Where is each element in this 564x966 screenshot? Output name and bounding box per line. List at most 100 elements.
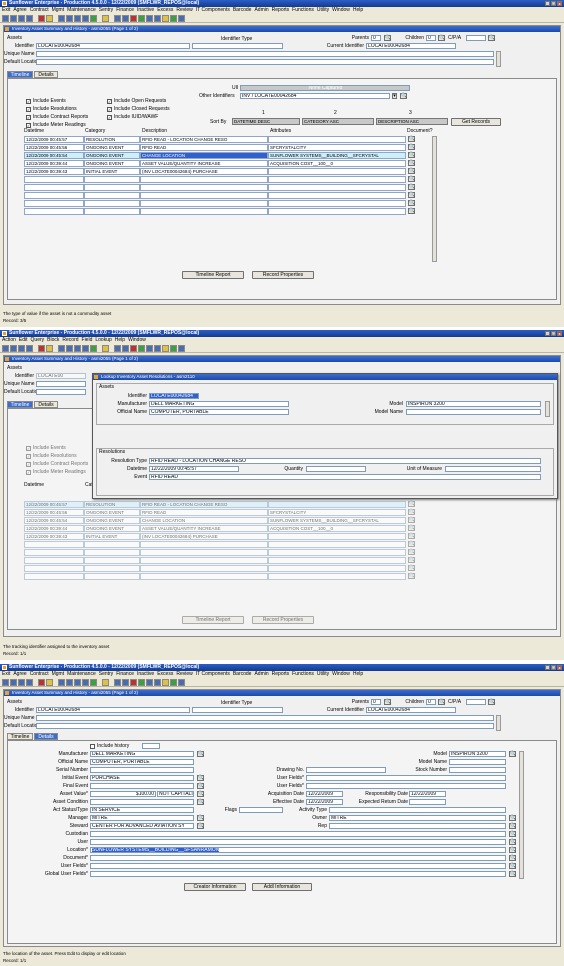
- effective-date-field[interactable]: 12/22/2009: [306, 799, 343, 805]
- menu-item[interactable]: Field: [82, 337, 93, 343]
- table-cell[interactable]: 12/22/2009 00:45:57: [24, 501, 84, 508]
- tab-timeline[interactable]: Timeline: [7, 71, 33, 78]
- help-icon[interactable]: [102, 679, 109, 686]
- other-identifiers-lookup-icon[interactable]: 🔍: [400, 93, 407, 99]
- menu-item[interactable]: Finance: [116, 7, 134, 13]
- menu-item[interactable]: Contract: [30, 7, 49, 13]
- current-identifier-field[interactable]: LOCATE00042684: [366, 707, 456, 713]
- tool-icon[interactable]: [146, 345, 153, 352]
- query-icon[interactable]: [46, 345, 53, 352]
- table-row[interactable]: 🔍: [24, 208, 415, 215]
- include-resolutions-checkbox[interactable]: ✓: [26, 454, 31, 459]
- table-cell[interactable]: [84, 565, 140, 572]
- table-cell[interactable]: [268, 208, 406, 215]
- table-cell[interactable]: ONGOING EVENT: [84, 509, 140, 516]
- tool-icon[interactable]: [178, 15, 185, 22]
- table-cell[interactable]: SUNFLOWER SYSTEMS__BUILDING__SFCRYSTAL: [268, 152, 406, 159]
- table-cell[interactable]: ASSET VALUE/QUANTITY INCREASE: [140, 525, 268, 532]
- first-record-icon[interactable]: [58, 345, 65, 352]
- prev-record-icon[interactable]: [66, 679, 73, 686]
- menu-item[interactable]: Contract: [30, 671, 49, 677]
- copy-icon[interactable]: [18, 345, 25, 352]
- table-cell[interactable]: 12/22/2009 00:45:56: [24, 509, 84, 516]
- menu-item[interactable]: Window: [332, 7, 350, 13]
- model-field[interactable]: INSPIRON 3200: [449, 751, 506, 757]
- flags-field[interactable]: [239, 807, 283, 813]
- cpa-lookup-icon[interactable]: 🔍: [488, 35, 495, 41]
- table-cell[interactable]: [140, 208, 268, 215]
- tool-icon[interactable]: [170, 15, 177, 22]
- document-lookup-icon[interactable]: 🔍: [408, 517, 415, 523]
- tool-icon[interactable]: [154, 345, 161, 352]
- dialog-scrollbar[interactable]: [545, 401, 550, 417]
- tool-icon[interactable]: [114, 679, 121, 686]
- table-row[interactable]: 12/22/2009 00:39:44 ONGOING EVENT ASSET VA…: [24, 525, 415, 532]
- tool-icon[interactable]: [154, 15, 161, 22]
- tool-icon[interactable]: [170, 345, 177, 352]
- menu-item[interactable]: Block: [47, 337, 59, 343]
- menu-item[interactable]: Lookup: [95, 337, 111, 343]
- tool-icon[interactable]: [114, 345, 121, 352]
- official-name-field[interactable]: COMPUTER, PORTABLE: [90, 759, 194, 765]
- model-field[interactable]: INSPIRON 3200: [406, 401, 541, 407]
- steward-field[interactable]: CENTER FOR ADVANCED AVIATION SY: [90, 823, 194, 829]
- asset-condition-lookup-icon[interactable]: 🔍: [197, 799, 204, 805]
- table-cell[interactable]: [84, 557, 140, 564]
- table-cell[interactable]: ONGOING EVENT: [84, 152, 140, 159]
- table-cell[interactable]: RFID READ: [140, 144, 268, 151]
- menu-item[interactable]: Query: [31, 337, 45, 343]
- table-cell[interactable]: [140, 565, 268, 572]
- current-identifier-field[interactable]: LOCATE00042684: [366, 43, 456, 49]
- tab-details[interactable]: Details: [34, 71, 58, 78]
- custodian-field[interactable]: [90, 831, 506, 837]
- tool-icon[interactable]: [114, 15, 121, 22]
- table-row[interactable]: 12/22/2009 00:39:43 INITIAL EVENT (INV LOC…: [24, 533, 415, 540]
- table-cell[interactable]: [24, 541, 84, 548]
- next-record-icon[interactable]: [74, 345, 81, 352]
- document-lookup-icon[interactable]: 🔍: [408, 200, 415, 206]
- table-cell[interactable]: 12/22/2009 00:45:54: [24, 152, 84, 159]
- menu-item[interactable]: Window: [128, 337, 146, 343]
- document-lookup-icon[interactable]: 🔍: [408, 152, 415, 158]
- addl-information-button[interactable]: Addl Information: [252, 883, 312, 891]
- user-field[interactable]: [90, 839, 506, 845]
- maximize-button[interactable]: □: [551, 1, 556, 6]
- table-row[interactable]: 🔍: [24, 200, 415, 207]
- table-cell[interactable]: 12/22/2009 00:45:57: [24, 136, 84, 143]
- table-row[interactable]: 🔍: [24, 192, 415, 199]
- location-lookup-icon[interactable]: 🔍: [509, 847, 516, 853]
- details-scrollbar[interactable]: [519, 751, 524, 879]
- grid-scrollbar[interactable]: [432, 136, 437, 262]
- cpa-field[interactable]: [466, 699, 486, 705]
- event-field[interactable]: RFID READ: [149, 474, 541, 480]
- last-record-icon[interactable]: [82, 15, 89, 22]
- table-cell[interactable]: [140, 557, 268, 564]
- document-lookup-icon[interactable]: 🔍: [408, 208, 415, 214]
- menu-item[interactable]: Maintenance: [67, 7, 96, 13]
- refresh-icon[interactable]: [90, 679, 97, 686]
- table-cell[interactable]: [84, 549, 140, 556]
- asset-value-field[interactable]: $100.00: [90, 791, 156, 797]
- include-meter-readings-checkbox[interactable]: ✓: [26, 470, 31, 475]
- rep-lookup-icon[interactable]: 🔍: [509, 823, 516, 829]
- print-icon[interactable]: [10, 345, 17, 352]
- table-cell[interactable]: [140, 549, 268, 556]
- tool-icon[interactable]: [138, 15, 145, 22]
- table-cell[interactable]: [84, 184, 140, 191]
- identifier-field[interactable]: LOCATE00: [36, 373, 86, 379]
- children-lookup-icon[interactable]: 🔍: [438, 35, 445, 41]
- table-cell[interactable]: [24, 184, 84, 191]
- document-lookup-icon[interactable]: 🔍: [408, 184, 415, 190]
- document-lookup-icon[interactable]: 🔍: [408, 501, 415, 507]
- table-cell[interactable]: 12/22/2009 00:39:43: [24, 533, 84, 540]
- model-name-field[interactable]: [406, 409, 541, 415]
- include-history-checkbox[interactable]: [90, 744, 95, 749]
- table-cell[interactable]: SFCRYSTALCITY: [268, 509, 406, 516]
- menu-item[interactable]: Mgmt: [52, 671, 65, 677]
- menu-item[interactable]: Exit: [2, 671, 10, 677]
- parents-field[interactable]: 0: [371, 699, 381, 705]
- cpa-field[interactable]: [466, 35, 486, 41]
- table-cell[interactable]: [268, 549, 406, 556]
- identifier-field[interactable]: LOCATE00042684: [36, 707, 190, 713]
- tool-icon[interactable]: [162, 15, 169, 22]
